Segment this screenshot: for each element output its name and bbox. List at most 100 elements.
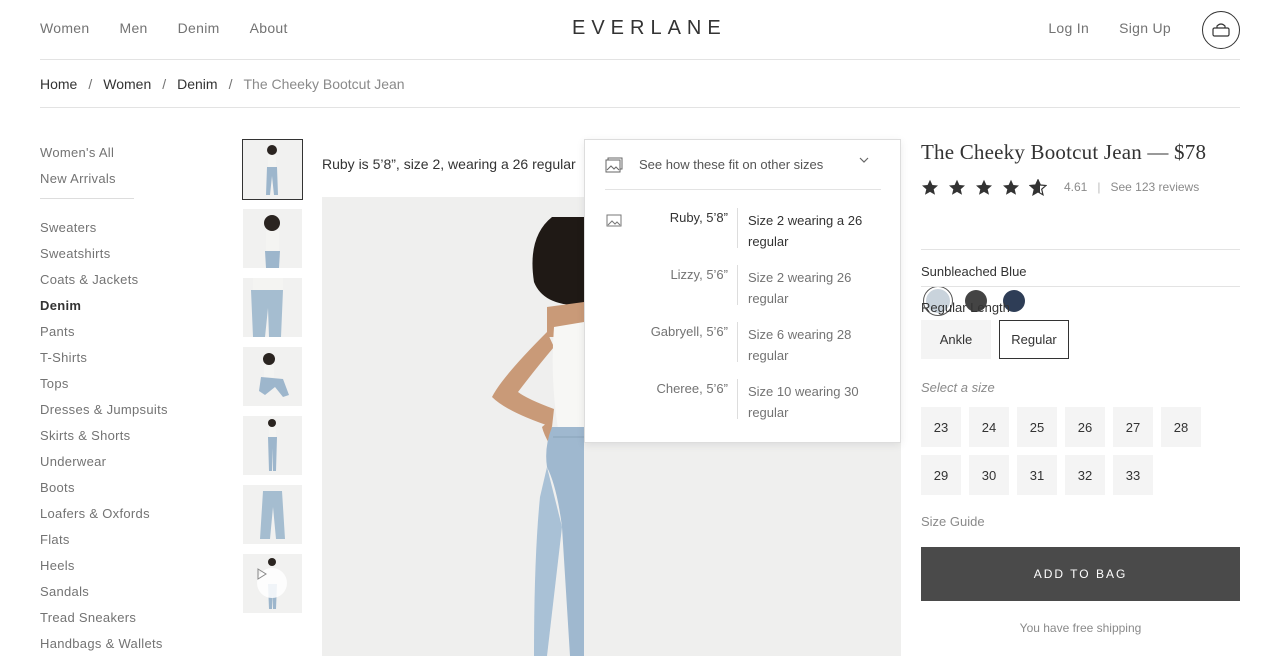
product-panel: The Cheeky Bootcut Jean — $78 4.61 | See… bbox=[921, 139, 1240, 635]
image-icon bbox=[606, 214, 622, 227]
account-nav: Log In Sign Up bbox=[1048, 20, 1171, 36]
size-guide-link[interactable]: Size Guide bbox=[921, 514, 1240, 529]
signup-link[interactable]: Sign Up bbox=[1119, 20, 1171, 36]
nav-denim[interactable]: Denim bbox=[178, 20, 220, 36]
shopping-bag-icon bbox=[1212, 23, 1230, 37]
thumbnail-2[interactable] bbox=[243, 209, 302, 268]
model-size-note: Ruby is 5’8”, size 2, wearing a 26 regul… bbox=[322, 156, 576, 172]
sidebar-item-coats-jackets[interactable]: Coats & Jackets bbox=[40, 271, 210, 297]
primary-nav: Women Men Denim About bbox=[40, 20, 288, 36]
size-option[interactable]: 26 bbox=[1065, 407, 1105, 447]
fit-model-name: Ruby, 5’8” bbox=[669, 210, 728, 225]
sidebar-item-tread-sneakers[interactable]: Tread Sneakers bbox=[40, 609, 210, 635]
thumbnail-4[interactable] bbox=[243, 347, 302, 406]
thumbnail-1[interactable] bbox=[242, 139, 303, 200]
sidebar-item-heels[interactable]: Heels bbox=[40, 557, 210, 583]
rating-value: 4.61 bbox=[1064, 180, 1088, 194]
size-option[interactable]: 23 bbox=[921, 407, 961, 447]
size-option[interactable]: 31 bbox=[1017, 455, 1057, 495]
sidebar-item-handbags-wallets[interactable]: Handbags & Wallets bbox=[40, 635, 210, 656]
sidebar-item-boots[interactable]: Boots bbox=[40, 479, 210, 505]
fit-popover-title: See how these fit on other sizes bbox=[639, 157, 824, 172]
fit-row[interactable]: Ruby, 5’8” Size 2 wearing a 26 regular bbox=[585, 208, 902, 252]
star-rating bbox=[921, 178, 1047, 196]
breadcrumb-current: The Cheeky Bootcut Jean bbox=[243, 75, 405, 92]
size-option[interactable]: 30 bbox=[969, 455, 1009, 495]
nav-men[interactable]: Men bbox=[119, 20, 147, 36]
sidebar-item-sandals[interactable]: Sandals bbox=[40, 583, 210, 609]
size-option[interactable]: 27 bbox=[1113, 407, 1153, 447]
size-option[interactable]: 28 bbox=[1161, 407, 1201, 447]
sidebar-item-flats[interactable]: Flats bbox=[40, 531, 210, 557]
size-option[interactable]: 33 bbox=[1113, 455, 1153, 495]
fit-size-description: Size 2 wearing 26 regular bbox=[748, 270, 852, 306]
thumbnail-image bbox=[259, 353, 289, 397]
size-option[interactable]: 29 bbox=[921, 455, 961, 495]
breadcrumb-women[interactable]: Women bbox=[103, 76, 151, 92]
fit-row-divider bbox=[737, 379, 738, 419]
color-name: Sunbleached Blue bbox=[921, 264, 1027, 279]
rating-row: 4.61 | See 123 reviews bbox=[921, 176, 1240, 198]
free-shipping-note: You have free shipping bbox=[1019, 621, 1142, 635]
sidebar-item-womens-all[interactable]: Women's All bbox=[40, 144, 210, 170]
sidebar-item-sweaters[interactable]: Sweaters bbox=[40, 219, 210, 245]
star-full-icon bbox=[1003, 179, 1019, 195]
breadcrumb: Home / Women / Denim / The Cheeky Bootcu… bbox=[40, 60, 1240, 108]
chevron-down-icon bbox=[859, 157, 869, 163]
fit-row-divider bbox=[737, 208, 738, 248]
sidebar-item-underwear[interactable]: Underwear bbox=[40, 453, 210, 479]
fit-model-name: Gabryell, 5’6” bbox=[650, 324, 728, 339]
fit-row[interactable]: Gabryell, 5’6” Size 6 wearing 28 regular bbox=[585, 322, 902, 366]
star-full-icon bbox=[949, 179, 965, 195]
nav-women[interactable]: Women bbox=[40, 20, 89, 36]
thumbnail-strip bbox=[242, 139, 303, 623]
size-grid: 23 24 25 26 27 28 29 30 31 32 33 bbox=[921, 407, 1240, 495]
sidebar-item-dresses-jumpsuits[interactable]: Dresses & Jumpsuits bbox=[40, 401, 210, 427]
length-options: Ankle Regular bbox=[921, 320, 1240, 359]
site-header: Women Men Denim About EVERLANE Log In Si… bbox=[40, 0, 1240, 60]
length-option-regular[interactable]: Regular bbox=[999, 320, 1069, 359]
thumbnail-video[interactable] bbox=[243, 554, 302, 613]
star-half-icon bbox=[1029, 178, 1047, 196]
thumbnail-5[interactable] bbox=[243, 416, 302, 475]
image-icon bbox=[605, 157, 623, 172]
size-option[interactable]: 25 bbox=[1017, 407, 1057, 447]
fit-size-description: Size 10 wearing 30 regular bbox=[748, 384, 859, 420]
thumbnail-image bbox=[251, 278, 283, 337]
sidebar-item-t-shirts[interactable]: T-Shirts bbox=[40, 349, 210, 375]
sidebar-item-denim[interactable]: Denim bbox=[40, 297, 210, 323]
sidebar-divider bbox=[40, 198, 134, 199]
size-section: Regular Length Ankle Regular Select a siz… bbox=[921, 286, 1240, 635]
length-label: Regular Length bbox=[921, 300, 1010, 315]
category-sidebar: Women's All New Arrivals Sweaters Sweatsh… bbox=[40, 144, 210, 656]
fit-popover-header[interactable]: See how these fit on other sizes bbox=[605, 140, 881, 190]
breadcrumb-home[interactable]: Home bbox=[40, 76, 77, 92]
sidebar-item-new-arrivals[interactable]: New Arrivals bbox=[40, 170, 210, 196]
thumbnail-6[interactable] bbox=[243, 485, 302, 544]
size-option[interactable]: 32 bbox=[1065, 455, 1105, 495]
login-link[interactable]: Log In bbox=[1048, 20, 1089, 36]
size-option[interactable]: 24 bbox=[969, 407, 1009, 447]
add-to-bag-button[interactable]: ADD TO BAG bbox=[921, 547, 1240, 601]
rating-section: 4.61 | See 123 reviews bbox=[921, 176, 1240, 250]
star-full-icon bbox=[976, 179, 992, 195]
thumbnail-image bbox=[264, 215, 280, 268]
fit-model-name: Cheree, 5’6” bbox=[656, 381, 728, 396]
thumbnail-image bbox=[260, 491, 285, 539]
sidebar-item-loafers-oxfords[interactable]: Loafers & Oxfords bbox=[40, 505, 210, 531]
shopping-bag-button[interactable] bbox=[1202, 11, 1240, 49]
length-option-ankle[interactable]: Ankle bbox=[921, 320, 991, 359]
fit-row-divider bbox=[737, 322, 738, 362]
sidebar-item-skirts-shorts[interactable]: Skirts & Shorts bbox=[40, 427, 210, 453]
thumbnail-3[interactable] bbox=[243, 278, 302, 337]
sidebar-item-pants[interactable]: Pants bbox=[40, 323, 210, 349]
nav-about[interactable]: About bbox=[250, 20, 288, 36]
breadcrumb-denim[interactable]: Denim bbox=[177, 76, 217, 92]
reviews-link[interactable]: See 123 reviews bbox=[1110, 180, 1199, 194]
sidebar-item-sweatshirts[interactable]: Sweatshirts bbox=[40, 245, 210, 271]
everlane-logo[interactable]: EVERLANE bbox=[572, 17, 727, 40]
fit-row[interactable]: Lizzy, 5’6” Size 2 wearing 26 regular bbox=[585, 265, 902, 309]
fit-row[interactable]: Cheree, 5’6” Size 10 wearing 30 regular bbox=[585, 379, 902, 423]
sidebar-item-tops[interactable]: Tops bbox=[40, 375, 210, 401]
thumbnail-image bbox=[266, 145, 278, 195]
